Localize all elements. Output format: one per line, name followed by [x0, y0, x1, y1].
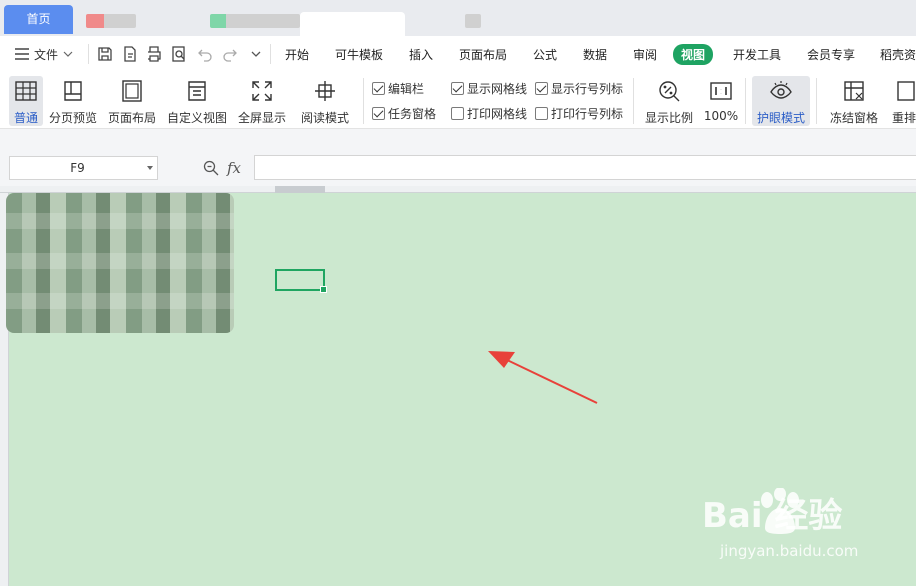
watermark: Bai 经验 jingyan.baidu.com [700, 488, 910, 568]
rearrange-button[interactable]: 重排 [892, 76, 916, 126]
rearrange-icon [897, 81, 915, 101]
formula-tools: fx [203, 159, 241, 177]
eye-icon [770, 81, 792, 99]
zoom-percent-icon [659, 81, 680, 102]
undo-icon[interactable] [196, 45, 214, 63]
menu-tab-review[interactable]: 审阅 [633, 46, 657, 63]
menu-tab-insert[interactable]: 插入 [409, 46, 433, 63]
save-icon[interactable] [96, 45, 114, 63]
eye-protection-button[interactable]: 护眼模式 [752, 76, 810, 126]
freeze-panes-icon [844, 81, 864, 101]
menu-tab-view[interactable]: 视图 [673, 44, 714, 65]
export-pdf-icon[interactable] [121, 45, 139, 63]
cell-name-box[interactable]: F9 [9, 156, 158, 180]
blurred-tab-title[interactable] [465, 14, 481, 28]
fullscreen-icon [252, 81, 272, 101]
zoom-100-button[interactable]: 100% [703, 76, 739, 126]
menu-tab-docer[interactable]: 稻壳资 [880, 46, 916, 63]
customize-toolbar-icon[interactable] [247, 45, 265, 63]
file-menu-label: 文件 [34, 47, 59, 62]
full-screen-button[interactable]: 全屏显示 [238, 76, 286, 126]
menu-tab-data[interactable]: 数据 [583, 46, 607, 63]
menu-tab-templates[interactable]: 可牛模板 [335, 46, 383, 63]
view-ribbon: 普通 分页预览 页面布局 自定义视图 全屏显示 阅读模式 编辑栏 任务窗格 显示… [0, 72, 916, 128]
menu-tab-formulas[interactable]: 公式 [533, 46, 557, 63]
watermark-url: jingyan.baidu.com [720, 542, 859, 560]
file-menu[interactable]: 文件 [15, 45, 73, 63]
hamburger-icon [15, 48, 29, 60]
insert-function-icon[interactable]: fx [227, 159, 241, 177]
checkbox-formula-bar[interactable]: 编辑栏 [372, 80, 424, 97]
dropdown-arrow-icon [147, 166, 153, 170]
active-document-tab[interactable] [300, 12, 405, 36]
print-preview-icon[interactable] [170, 45, 188, 63]
selected-column-highlight [275, 186, 325, 193]
chevron-down-icon [63, 51, 73, 57]
custom-view-button[interactable]: 自定义视图 [167, 76, 227, 126]
print-icon[interactable] [145, 45, 163, 63]
blurred-cell-content [6, 193, 234, 333]
formula-bar: F9 fx [0, 128, 916, 186]
page-break-preview-button[interactable]: 分页预览 [49, 76, 97, 126]
watermark-brand: Bai 经验 [702, 496, 843, 536]
tab-home[interactable]: 首页 [4, 5, 73, 34]
formula-input[interactable] [254, 155, 916, 180]
custom-view-icon [188, 81, 206, 101]
menu-tab-developer[interactable]: 开发工具 [733, 46, 781, 63]
blurred-tab-title[interactable] [210, 14, 300, 28]
page-layout-button[interactable]: 页面布局 [108, 76, 156, 126]
cell-reference: F9 [70, 161, 85, 175]
selected-cell[interactable] [275, 269, 327, 293]
checkbox-print-headings[interactable]: 打印行号列标 [535, 105, 623, 122]
grid-icon [15, 81, 37, 101]
menu-tab-member[interactable]: 会员专享 [807, 46, 855, 63]
checkbox-show-headings[interactable]: 显示行号列标 [535, 80, 623, 97]
crosshair-icon [315, 81, 335, 101]
reading-mode-button[interactable]: 阅读模式 [297, 76, 353, 126]
document-tab-bar: 首页 [0, 0, 916, 36]
freeze-panes-button[interactable]: 冻结窗格 [824, 76, 884, 126]
menu-tab-start[interactable]: 开始 [285, 46, 309, 63]
blurred-tab-title[interactable] [86, 14, 136, 28]
zoom-search-icon[interactable] [203, 160, 219, 176]
checkbox-print-gridlines[interactable]: 打印网格线 [451, 105, 527, 122]
page-layout-icon [122, 80, 142, 102]
redo-icon[interactable] [221, 45, 239, 63]
zoom-button[interactable]: 显示比例 [644, 76, 694, 126]
page-break-icon [64, 81, 82, 101]
normal-view-button[interactable]: 普通 [9, 76, 43, 126]
menu-bar: 文件 开始 可牛模板 插入 页面布局 公式 数据 审阅 视图 开发工具 会员专享… [0, 36, 916, 72]
checkbox-task-pane[interactable]: 任务窗格 [372, 105, 436, 122]
menu-tab-page-layout[interactable]: 页面布局 [459, 46, 507, 63]
checkbox-show-gridlines[interactable]: 显示网格线 [451, 80, 527, 97]
one-to-one-icon [710, 82, 732, 100]
column-header-bar[interactable] [0, 186, 916, 193]
